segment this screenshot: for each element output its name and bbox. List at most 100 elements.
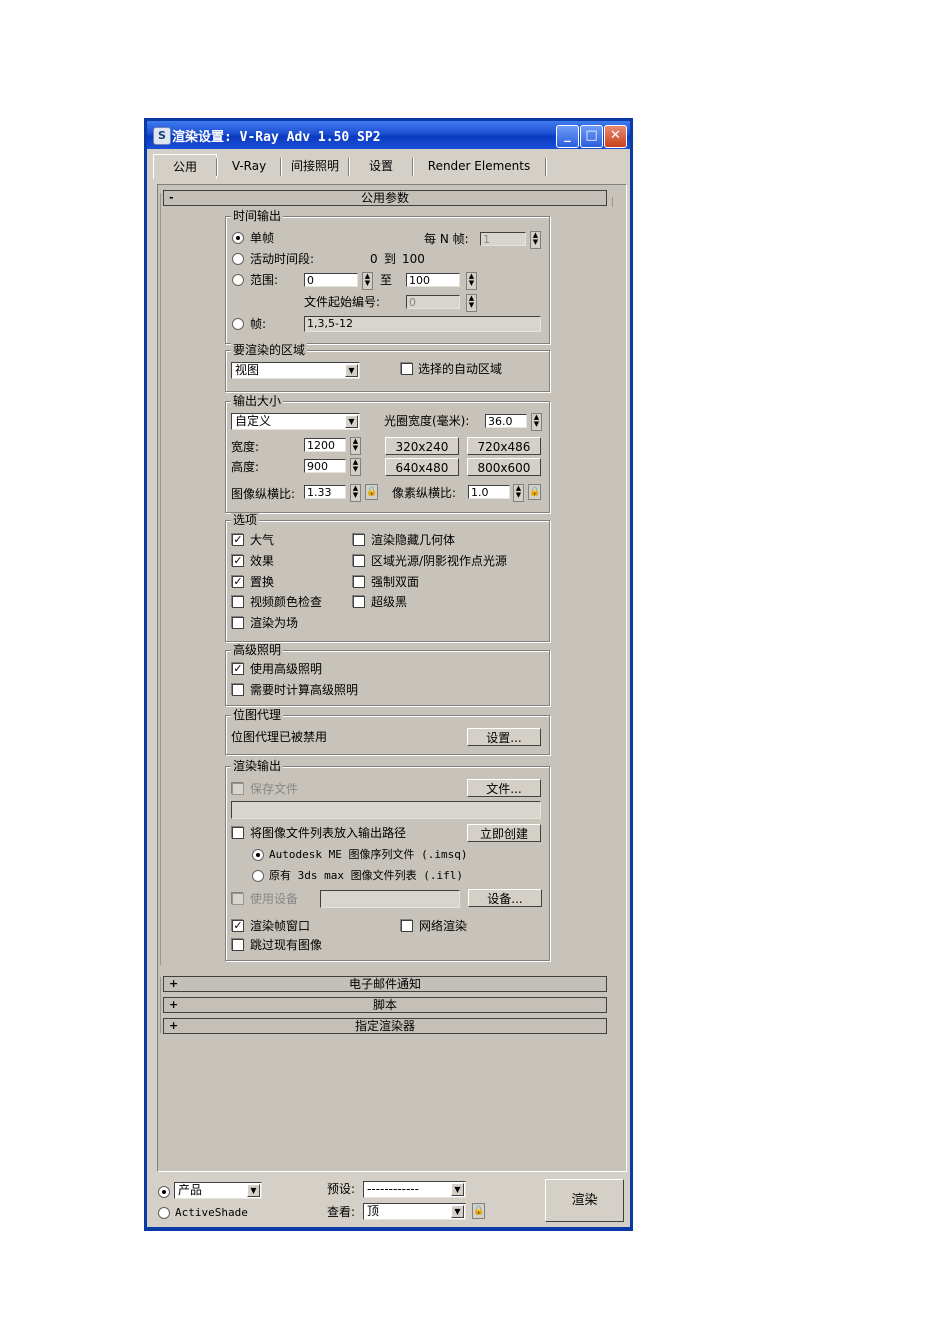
activeshade-radio[interactable] [158, 1207, 170, 1219]
preset-800x600-button[interactable]: 800x600 [467, 458, 541, 476]
image-aspect-label: 图像纵横比: [231, 487, 296, 501]
auto-region-checkbox[interactable] [401, 363, 413, 375]
preset-640x480-button[interactable]: 640x480 [385, 458, 459, 476]
render-frame-window-checkbox[interactable]: ✓ [232, 920, 244, 932]
files-button[interactable]: 文件... [467, 779, 541, 797]
production-radio[interactable] [158, 1186, 170, 1198]
auto-region-label: 选择的自动区域 [418, 362, 503, 376]
chevron-down-icon[interactable]: ▼ [451, 1205, 464, 1218]
render-hidden-geometry-checkbox[interactable] [353, 534, 365, 546]
super-black-checkbox[interactable] [353, 596, 365, 608]
devices-button[interactable]: 设备... [468, 889, 542, 907]
range-label: 范围: [250, 273, 279, 287]
save-file-checkbox[interactable] [232, 783, 244, 795]
rollout-common-parameters[interactable]: - 公用参数 [163, 190, 607, 206]
every-n-spinner[interactable]: ▲ ▼ [530, 231, 541, 249]
file-start-spinner[interactable]: ▲ ▼ [466, 294, 477, 312]
active-segment-radio[interactable] [232, 253, 244, 265]
close-button[interactable]: ✕ [604, 125, 627, 148]
output-size-dropdown[interactable]: 自定义 ▼ [231, 413, 360, 430]
scroll-rail[interactable] [612, 197, 613, 207]
area-lights-as-points-checkbox[interactable] [353, 555, 365, 567]
chevron-down-icon[interactable]: ▼ [451, 1183, 464, 1196]
frames-radio[interactable] [232, 318, 244, 330]
height-input[interactable]: 900 [304, 459, 346, 473]
pixel-aspect-label: 像素纵横比: [392, 486, 457, 500]
lock-icon[interactable]: 🔒 [472, 1203, 485, 1219]
range-to-spinner[interactable]: ▲ ▼ [466, 272, 477, 290]
minimize-button[interactable]: _ [556, 125, 579, 148]
bitmap-proxies-label: 位图代理 [231, 708, 284, 722]
chevron-down-icon[interactable]: ▼ [345, 415, 358, 428]
render-hidden-geometry-label: 渲染隐藏几何体 [371, 533, 456, 547]
render-to-fields-checkbox[interactable] [232, 617, 244, 629]
tab-vray[interactable]: V-Ray [220, 154, 278, 178]
bitmap-proxies-setup-button[interactable]: 设置... [467, 728, 541, 746]
rollout-title: 电子邮件通知 [348, 977, 421, 991]
tab-render-elements[interactable]: Render Elements [415, 154, 543, 178]
lock-icon[interactable]: 🔒 [365, 484, 378, 500]
video-color-check-checkbox[interactable] [232, 596, 244, 608]
pixel-aspect-input[interactable]: 1.0 [468, 485, 510, 499]
preset-dropdown[interactable]: ------------ ▼ [363, 1181, 466, 1198]
width-input[interactable]: 1200 [304, 438, 346, 452]
range-to-input[interactable]: 100 [406, 273, 460, 287]
every-n-label: 每 N 帧: [424, 232, 469, 246]
pixel-aspect-spinner[interactable]: ▲ ▼ [513, 484, 524, 502]
effects-checkbox[interactable]: ✓ [232, 555, 244, 567]
chevron-down-icon[interactable]: ▼ [247, 1184, 260, 1197]
production-dropdown[interactable]: 产品 ▼ [174, 1182, 262, 1199]
net-render-checkbox[interactable] [401, 920, 413, 932]
height-spinner[interactable]: ▲ ▼ [350, 458, 361, 476]
every-n-input[interactable]: 1 [480, 232, 526, 246]
lock-icon[interactable]: 🔒 [528, 484, 541, 500]
skip-existing-checkbox[interactable] [232, 939, 244, 951]
single-frame-radio[interactable] [232, 232, 244, 244]
displacement-checkbox[interactable]: ✓ [232, 576, 244, 588]
image-aspect-spinner[interactable]: ▲ ▼ [350, 484, 361, 502]
range-radio[interactable] [232, 274, 244, 286]
use-device-checkbox[interactable] [232, 893, 244, 905]
image-aspect-input[interactable]: 1.33 [304, 485, 346, 499]
output-path-field[interactable] [231, 801, 541, 819]
view-dropdown[interactable]: 顶 ▼ [363, 1203, 466, 1220]
atmospherics-label: 大气 [250, 533, 275, 547]
area-type-dropdown[interactable]: 视图 ▼ [231, 362, 360, 379]
frames-input[interactable]: 1,3,5-12 [304, 316, 541, 332]
compute-advanced-lighting-checkbox[interactable] [232, 684, 244, 696]
rollout-email-notifications[interactable]: + 电子邮件通知 [163, 976, 607, 992]
tab-separator [412, 158, 414, 176]
advanced-lighting-group [225, 650, 550, 706]
range-from-spinner[interactable]: ▲ ▼ [362, 272, 373, 290]
tab-common[interactable]: 公用 [153, 154, 217, 179]
render-button[interactable]: 渲染 [545, 1179, 624, 1222]
atmospherics-checkbox[interactable]: ✓ [232, 534, 244, 546]
create-now-button[interactable]: 立即创建 [467, 824, 541, 842]
rollout-scripts[interactable]: + 脚本 [163, 997, 607, 1013]
use-device-label: 使用设备 [250, 892, 299, 906]
device-field[interactable] [320, 890, 460, 908]
preset-320x240-button[interactable]: 320x240 [385, 437, 459, 455]
video-color-check-label: 视频颜色检查 [250, 595, 323, 609]
tab-indirect-illumination[interactable]: 间接照明 [283, 154, 347, 178]
use-advanced-lighting-checkbox[interactable]: ✓ [232, 663, 244, 675]
autodesk-imsq-radio[interactable] [252, 849, 264, 861]
put-image-list-checkbox[interactable] [232, 827, 244, 839]
tab-separator [348, 158, 350, 176]
rollout-title: 指定渲染器 [354, 1019, 415, 1033]
view-value: 顶 [367, 1204, 380, 1218]
maximize-button[interactable]: □ [580, 125, 603, 148]
rollout-assign-renderer[interactable]: + 指定渲染器 [163, 1018, 607, 1034]
chevron-down-icon[interactable]: ▼ [345, 364, 358, 377]
force-2-sided-checkbox[interactable] [353, 576, 365, 588]
preset-720x486-button[interactable]: 720x486 [467, 437, 541, 455]
range-from-input[interactable]: 0 [304, 273, 358, 287]
aperture-input[interactable]: 36.0 [485, 414, 527, 428]
view-label: 查看: [327, 1205, 356, 1219]
tab-settings[interactable]: 设置 [352, 154, 410, 178]
aperture-spinner[interactable]: ▲ ▼ [531, 413, 542, 431]
legacy-ifl-radio[interactable] [252, 870, 264, 882]
width-spinner[interactable]: ▲ ▼ [350, 437, 361, 455]
frames-label: 帧: [250, 317, 267, 331]
file-start-input[interactable]: 0 [406, 295, 460, 309]
